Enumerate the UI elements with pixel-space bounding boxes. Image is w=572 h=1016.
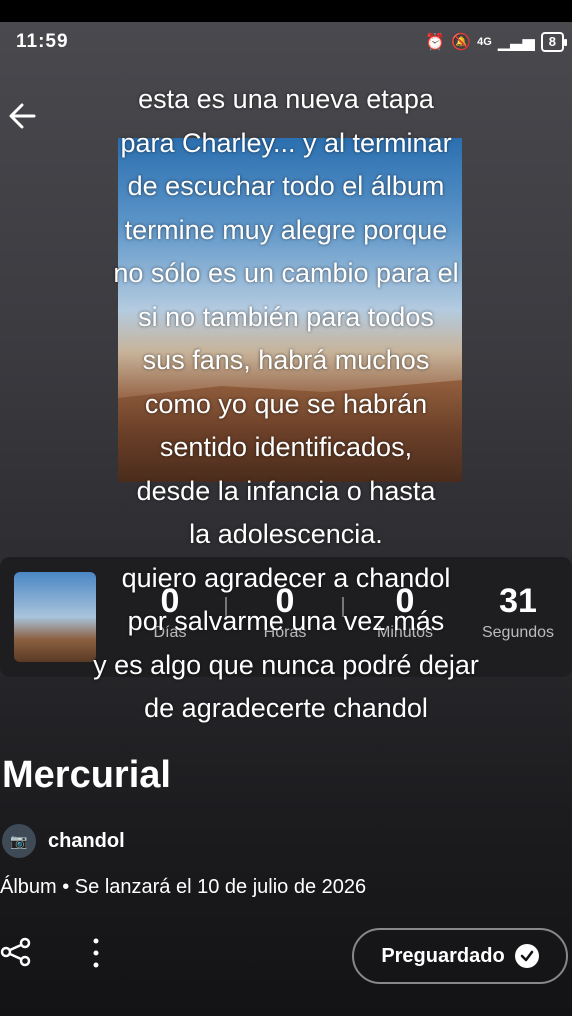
overlay-line: quiero agradecer a chandol xyxy=(121,562,451,593)
album-meta: Álbum • Se lanzará el 10 de julio de 202… xyxy=(0,876,367,898)
overlay-line: de agradecerte chandol xyxy=(144,693,428,723)
presave-button[interactable]: Preguardado xyxy=(352,928,568,984)
overlay-line: por salvarme una vez más xyxy=(127,606,445,636)
share-icon[interactable] xyxy=(0,936,32,968)
more-options-icon[interactable] xyxy=(86,936,106,970)
overlay-line: si no también para todos xyxy=(138,301,434,332)
status-time: 11:59 xyxy=(16,31,69,52)
mute-icon: 🔕 xyxy=(451,34,472,51)
top-black-bar xyxy=(0,0,572,22)
album-title: Mercurial xyxy=(2,754,171,796)
overlay-line: sus fans, habrá muchos xyxy=(142,345,430,375)
battery-level: 8 xyxy=(548,34,556,49)
overlay-line: de escuchar todo el álbum xyxy=(127,171,445,201)
network-label: 4G xyxy=(477,36,492,48)
overlay-line: la adolescencia. xyxy=(189,519,383,549)
presave-label: Preguardado xyxy=(381,944,505,967)
battery-icon: 8 xyxy=(540,32,568,52)
signal-icon: ▁▃▅ xyxy=(497,34,535,51)
overlay-line: como yo que se habrán xyxy=(144,388,428,419)
artist-row[interactable]: 📷 chandol xyxy=(0,824,125,858)
status-icons: ⏰ 🔕 4G ▁▃▅ 8 xyxy=(425,32,568,52)
artist-name[interactable]: chandol xyxy=(48,830,125,853)
overlay-line: y es algo que nunca podré dejar xyxy=(93,649,479,680)
alarm-icon: ⏰ xyxy=(425,34,446,51)
status-bar: 11:59 ⏰ 🔕 4G ▁▃▅ 8 xyxy=(0,22,572,68)
overlay-line: esta es una nueva etapa xyxy=(138,84,434,114)
overlay-line: sentido identificados, xyxy=(159,432,413,462)
check-circle-icon xyxy=(514,944,539,968)
artist-avatar[interactable]: 📷 xyxy=(2,824,36,858)
overlay-line: para Charley... y al terminar xyxy=(120,127,452,158)
overlay-line: no sólo es un cambio para el xyxy=(113,258,459,288)
overlay-line: desde la infancia o hasta xyxy=(136,475,436,506)
story-text-overlay: esta es una nueva etapa para Charley... … xyxy=(0,78,572,731)
overlay-line: termine muy alegre porque xyxy=(124,214,448,245)
